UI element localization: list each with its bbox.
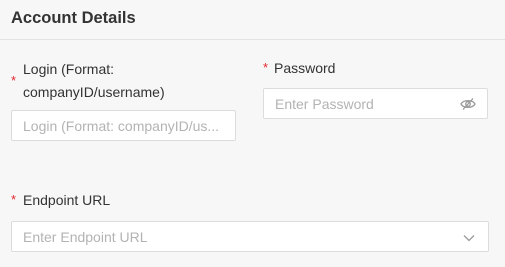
section-title: Account Details bbox=[11, 9, 136, 27]
login-label-line2: companyID/username) bbox=[23, 84, 165, 100]
section-divider bbox=[0, 39, 505, 40]
login-label: Login (Format: companyID/username) bbox=[23, 58, 165, 103]
endpoint-label: Endpoint URL bbox=[23, 192, 111, 208]
login-label-line1: Login (Format: bbox=[23, 61, 115, 77]
chevron-down-icon bbox=[461, 231, 477, 245]
login-placeholder: Login (Format: companyID/us... bbox=[23, 117, 220, 134]
password-required-marker: * bbox=[263, 60, 269, 75]
password-placeholder: Enter Password bbox=[275, 95, 374, 112]
password-input[interactable]: Enter Password bbox=[263, 88, 488, 119]
endpoint-required-marker: * bbox=[11, 192, 17, 207]
login-required-marker: * bbox=[11, 73, 17, 88]
eye-off-icon[interactable] bbox=[460, 97, 476, 111]
endpoint-placeholder: Enter Endpoint URL bbox=[23, 228, 148, 245]
endpoint-select[interactable]: Enter Endpoint URL bbox=[11, 221, 489, 252]
login-input[interactable]: Login (Format: companyID/us... bbox=[11, 110, 236, 141]
password-label: Password bbox=[274, 60, 336, 76]
account-details-form: Account Details * Login (Format: company… bbox=[0, 0, 505, 267]
